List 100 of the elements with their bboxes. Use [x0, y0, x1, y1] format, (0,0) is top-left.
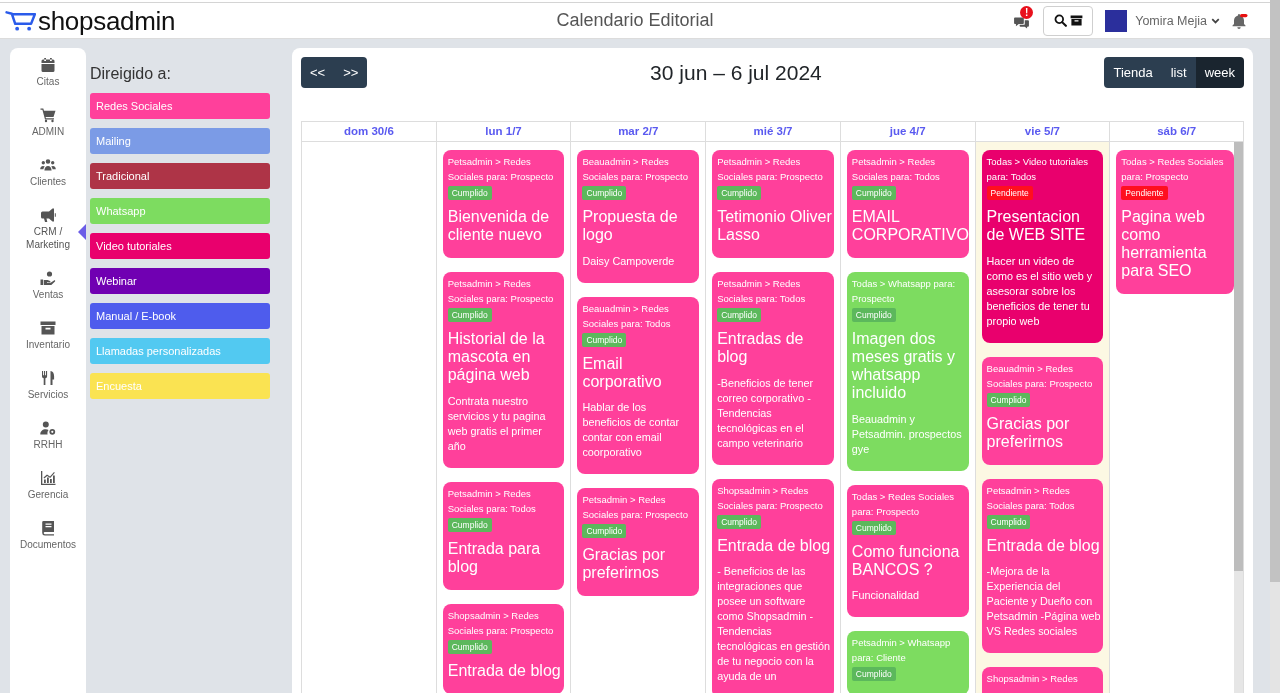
- category-item[interactable]: Redes Sociales: [90, 93, 270, 119]
- status-badge: Pendiente: [1121, 186, 1168, 200]
- chat-icon[interactable]: [1014, 16, 1030, 29]
- event-description: Hablar de los beneficios de contar contar con email coorporativo: [582, 400, 681, 460]
- calendar-icon: [40, 57, 56, 73]
- nav-item[interactable]: Ventas: [10, 261, 86, 311]
- event-title: Email corporativo: [582, 354, 663, 391]
- category-item[interactable]: Manual / E-book: [90, 303, 270, 329]
- scrollbar-thumb[interactable]: [1234, 142, 1243, 571]
- event-description: Contrata nuestro servicios y tu pagina web gratis el primer año: [447, 393, 547, 454]
- nav-arrow-button[interactable]: <<: [301, 57, 335, 88]
- nav-item[interactable]: Citas: [10, 48, 86, 98]
- alert-badge: !: [1020, 6, 1034, 19]
- hand-coin-icon: [40, 270, 56, 286]
- status-badge: Cumplido: [582, 186, 627, 200]
- event-card[interactable]: Todas > Video tutoriales para: Todos Pendiente Presentacion de WEB SITE Hacer un video de como es el sitio web y asesorar sobre los beneficios de tener tu propio web: [981, 150, 1104, 343]
- event-category: Shopsadmin > Redes: [986, 672, 1079, 686]
- cart-logo-icon: [5, 9, 36, 32]
- calendar-title: 30 jun – 6 jul 2024: [650, 60, 822, 85]
- event-description: Hacer un video de como es el sitio web y asesorar sobre los beneficios de tener tu propio web: [986, 253, 1094, 329]
- event-category: Beauadmin > Redes Sociales para: Prospecto: [986, 361, 1094, 391]
- bell-icon[interactable]: [1231, 12, 1248, 29]
- status-badge: Cumplido: [986, 392, 1031, 407]
- event-card[interactable]: Petsadmin > Redes Sociales para: Todos Cumplido Entrada para blog: [442, 481, 565, 590]
- event-card[interactable]: Shopsadmin > Redes Sociales para: Prospecto Cumplido Entrada de blog: [442, 603, 565, 693]
- event-category: Petsadmin > Whatsapp para: Cliente: [851, 636, 952, 665]
- category-item[interactable]: Video tutoriales: [90, 233, 270, 259]
- category-item[interactable]: Tradicional: [90, 163, 270, 189]
- category-item[interactable]: Mailing: [90, 128, 270, 154]
- view-button[interactable]: list: [1161, 57, 1196, 88]
- event-card[interactable]: Petsadmin > Redes Sociales para: Prospecto Cumplido Tetimonio Oliver Lasso: [712, 150, 834, 258]
- event-title: Entrada para blog: [447, 539, 542, 576]
- status-badge: Cumplido: [717, 514, 762, 529]
- event-card[interactable]: Petsadmin > Whatsapp para: Cliente Cumplido: [846, 631, 969, 693]
- event-card[interactable]: Beauadmin > Redes Sociales para: Prospecto Cumplido Propuesta de logo Daisy Campoverde: [577, 150, 700, 283]
- event-category: Petsadmin > Redes Sociales para: Todos: [986, 483, 1076, 513]
- nav-item[interactable]: ADMIN: [10, 98, 86, 148]
- search-button[interactable]: [1043, 5, 1094, 36]
- event-card[interactable]: Petsadmin > Redes Sociales para: Prospecto Cumplido Bienvenida de cliente nuevo: [442, 150, 565, 258]
- event-card[interactable]: Petsadmin > Redes Sociales para: Todos Cumplido Entradas de blog -Beneficios de tener correo corporativo - Tendencias tecnológicas en el campo veterinario: [712, 272, 834, 465]
- event-description: - Beneficios de las integraciones que posee un software como Shopsadmin - Tendencias tecnológicas en gestión de tu negocio con la ayuda de un: [717, 564, 831, 684]
- scrollbar-thumb[interactable]: [1270, 0, 1280, 582]
- archive-icon: [1069, 15, 1083, 26]
- event-card[interactable]: Shopsadmin > Redes: [981, 667, 1104, 693]
- search-icon: [1053, 14, 1067, 27]
- day-header: jue 4/7: [839, 122, 975, 141]
- event-card[interactable]: Beauadmin > Redes Sociales para: Prospecto Cumplido Gracias por preferirnos: [981, 356, 1104, 465]
- event-title: Entradas de blog: [717, 330, 805, 366]
- nav-item[interactable]: Documentos: [10, 511, 86, 561]
- event-category: Beauadmin > Redes Sociales para: Prospecto: [582, 155, 690, 184]
- category-item[interactable]: Webinar: [90, 268, 270, 294]
- event-title: Historial de la mascota en página web: [447, 330, 546, 384]
- event-category: Petsadmin > Redes Sociales para: Todos: [717, 277, 807, 306]
- event-card[interactable]: Petsadmin > Redes Sociales para: Todos Cumplido EMAIL CORPORATIVO: [846, 150, 969, 258]
- event-card[interactable]: Todas > Redes Sociales para: Prospecto Cumplido Como funciona BANCOS ? Funcionalidad: [846, 484, 969, 617]
- status-badge: Cumplido: [447, 517, 492, 532]
- event-title: Entrada de blog: [986, 536, 1101, 555]
- avatar-placeholder[interactable]: [1105, 9, 1128, 32]
- event-title: Entrada de blog: [447, 661, 562, 680]
- event-title: Pagina web como herramienta para SEO: [1121, 208, 1208, 280]
- event-title: Presentacion de WEB SITE: [986, 208, 1087, 244]
- status-badge: Cumplido: [851, 186, 896, 200]
- event-card[interactable]: Petsadmin > Redes Sociales para: Prospecto Cumplido Gracias por preferirnos: [577, 488, 700, 596]
- event-category: Petsadmin > Redes Sociales para: Prospecto: [447, 277, 555, 306]
- event-title: Propuesta de logo: [582, 208, 679, 244]
- event-card[interactable]: Todas > Redes Sociales para: Prospecto Pendiente Pagina web como herramienta para SEO: [1116, 150, 1234, 294]
- archive-box-icon: [40, 320, 56, 336]
- event-category: Petsadmin > Redes Sociales para: Todos: [447, 486, 537, 516]
- event-title: Gracias por preferirnos: [582, 546, 667, 582]
- event-card[interactable]: Petsadmin > Redes Sociales para: Todos Cumplido Entrada de blog -Mejora de la Experiencia del Paciente y Dueño con Petsadmin -Página web VS Redes sociales: [981, 478, 1104, 653]
- logo-text: shopsadmin: [38, 5, 176, 36]
- status-badge: Cumplido: [851, 520, 896, 535]
- nav-item[interactable]: Inventario: [10, 311, 86, 361]
- status-badge: Cumplido: [851, 308, 896, 322]
- event-title: Imagen dos meses gratis y whatsapp incluido: [851, 330, 956, 402]
- user-gear-icon: [40, 420, 56, 436]
- event-description: -Mejora de la Experiencia del Paciente y Dueño con Petsadmin -Página web VS Redes sociales: [986, 564, 1102, 639]
- status-badge: Cumplido: [582, 332, 627, 347]
- view-button[interactable]: week: [1195, 57, 1244, 88]
- nav-item[interactable]: Servicios: [10, 361, 86, 411]
- event-card[interactable]: [712, 478, 834, 693]
- nav-item[interactable]: Gerencia: [10, 461, 86, 511]
- status-badge: Cumplido: [717, 186, 762, 200]
- day-header: sáb 6/7: [1109, 122, 1244, 141]
- nav-arrow-button[interactable]: >>: [334, 57, 368, 88]
- event-card[interactable]: Petsadmin > Redes Sociales para: Prospecto Cumplido Historial de la mascota en página web Contrata nuestro servicios y tu pagina web gratis el primer año: [442, 272, 565, 468]
- status-badge: Pendiente: [986, 186, 1033, 200]
- chevron-down-icon: [1211, 17, 1220, 24]
- nav-item[interactable]: Clientes: [10, 148, 86, 198]
- view-button[interactable]: Tienda: [1104, 57, 1162, 88]
- event-description: Funcionalidad: [851, 588, 921, 603]
- event-card[interactable]: Todas > Whatsapp para: Prospecto Cumplido Imagen dos meses gratis y whatsapp incluido Beauadmin y Petsadmin. prospectos gye: [846, 272, 969, 471]
- event-title: EMAIL CORPORATIVO: [851, 208, 967, 244]
- user-menu-button[interactable]: Yomira Mejia: [1135, 13, 1220, 28]
- event-card[interactable]: Beauadmin > Redes Sociales para: Todos Cumplido Email corporativo Hablar de los beneficios de contar contar con email coorporativo: [577, 296, 700, 474]
- event-description: Beauadmin y Petsadmin. prospectos gye: [851, 411, 963, 457]
- event-category: Todas > Redes Sociales para: Prospecto: [1121, 155, 1225, 184]
- fork-knife-icon: [40, 370, 56, 386]
- nav-item[interactable]: RRHH: [10, 411, 86, 461]
- event-title: Entrada de blog: [717, 536, 832, 555]
